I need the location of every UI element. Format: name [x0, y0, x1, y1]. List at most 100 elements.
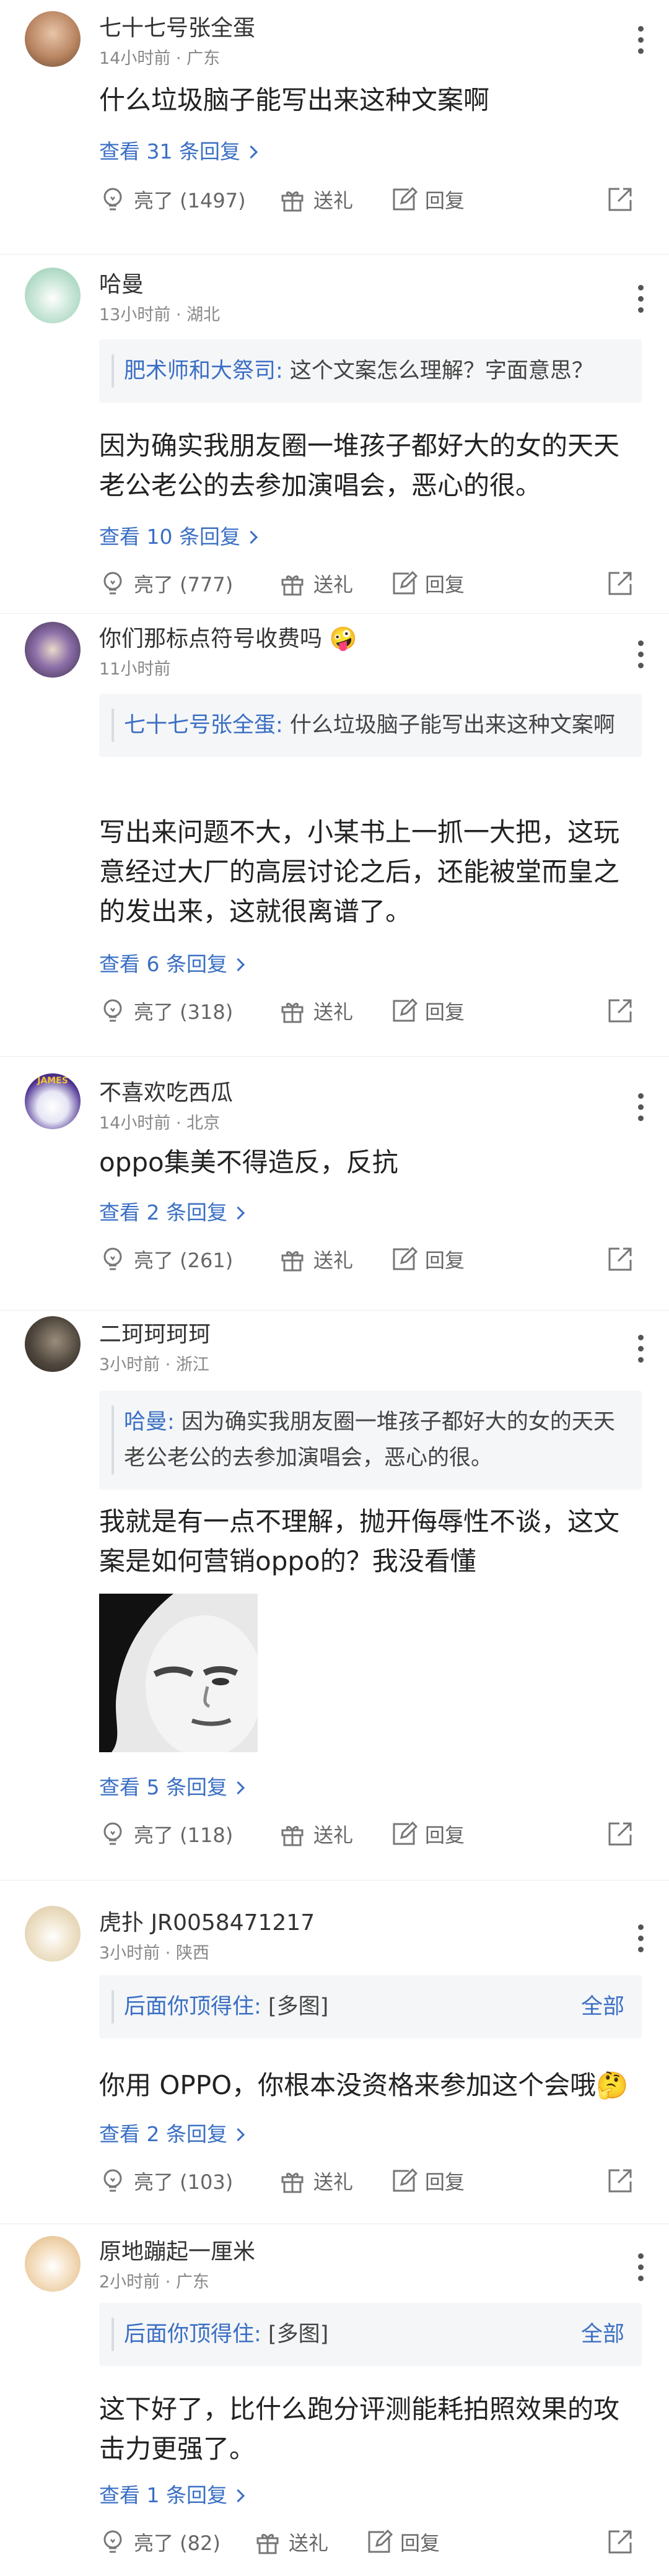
avatar[interactable] — [25, 268, 81, 323]
lightbulb-icon — [103, 1247, 122, 1270]
gift-button[interactable]: 送礼 — [279, 565, 353, 602]
share-icon — [608, 999, 632, 1023]
avatar[interactable] — [25, 2236, 81, 2292]
quoted-comment[interactable]: 七十七号张全蛋: 什么垃圾脑子能写出来这种文案啊 — [99, 694, 642, 757]
share-icon — [608, 2169, 632, 2193]
chevron-right-icon — [244, 145, 258, 159]
username[interactable]: 你们那标点符号收费吗 🤪 — [99, 621, 357, 653]
more-vertical-icon[interactable] — [637, 26, 644, 59]
share-button[interactable] — [606, 1815, 642, 1853]
more-vertical-icon[interactable] — [637, 1093, 644, 1127]
action-bar: 亮了 (777) 送礼 回复 — [99, 565, 642, 602]
username[interactable]: 虎扑 JR0058471217 — [99, 1905, 315, 1937]
view-all-link[interactable]: 全部 — [581, 2316, 624, 2352]
quoted-comment[interactable]: 哈曼: 因为确实我朋友圈一堆孩子都好大的女的天天老公老公的去参加演唱会，恶心的很… — [99, 1391, 642, 1490]
gift-button[interactable]: 送礼 — [279, 181, 353, 218]
share-button[interactable] — [606, 1241, 642, 1278]
comment-meta: 11小时前 — [99, 660, 171, 679]
view-replies-link[interactable]: 查看 2 条回复 — [99, 2118, 245, 2147]
like-button[interactable]: 亮了 (82) — [99, 2523, 221, 2561]
comment-meta: 3小时前 · 陕西 — [99, 1944, 209, 1963]
username[interactable]: 二珂珂珂珂 — [99, 1316, 211, 1348]
avatar[interactable] — [25, 1316, 81, 1372]
comment-text: 我就是有一点不理解，抛开侮辱性不谈，这文案是如何营销oppo的？我没看懂 — [99, 1506, 620, 1576]
more-vertical-icon[interactable] — [637, 1924, 644, 1958]
comment-text: 写出来问题不大，小某书上一抓一大把，这玩意经过大厂的高层讨论之后，还能被堂而皇之… — [99, 817, 620, 927]
quote-text: 什么垃圾脑子能写出来这种文案啊 — [282, 713, 615, 738]
like-button[interactable]: 亮了 (103) — [99, 2162, 233, 2199]
more-vertical-icon[interactable] — [637, 1335, 644, 1368]
reply-button[interactable]: 回复 — [390, 992, 465, 1029]
comment-text: 因为确实我朋友圈一堆孩子都好大的女的天天老公老公的去参加演唱会，恶心的很。 — [99, 430, 620, 500]
action-bar: 亮了 (261) 送礼 回复 — [99, 1241, 642, 1278]
share-icon — [608, 572, 632, 595]
avatar[interactable] — [25, 622, 81, 678]
gift-icon — [281, 191, 304, 212]
gift-button[interactable]: 送礼 — [279, 1815, 353, 1853]
reply-button[interactable]: 回复 — [390, 1815, 465, 1853]
lightbulb-icon — [103, 188, 122, 211]
gift-button[interactable]: 送礼 — [254, 2523, 328, 2561]
gift-button[interactable]: 送礼 — [279, 2162, 353, 2199]
like-button[interactable]: 亮了 (261) — [99, 1241, 233, 1278]
reply-button[interactable]: 回复 — [365, 2523, 440, 2561]
view-replies-link[interactable]: 查看 2 条回复 — [99, 1196, 245, 1226]
reply-button[interactable]: 回复 — [390, 1241, 465, 1278]
like-button[interactable]: 亮了 (118) — [99, 1815, 233, 1853]
username[interactable]: 七十七号张全蛋 — [99, 10, 255, 42]
view-replies-link[interactable]: 查看 31 条回复 — [99, 135, 258, 165]
username[interactable]: 不喜欢吃西瓜 — [99, 1075, 233, 1107]
quote-author[interactable]: 哈曼: — [124, 1410, 175, 1434]
view-replies-link[interactable]: 查看 5 条回复 — [99, 1771, 245, 1801]
reply-button[interactable]: 回复 — [390, 565, 465, 602]
lightbulb-icon — [103, 999, 122, 1022]
comment-text: oppo集美不得造反，反抗 — [99, 1147, 398, 1177]
reply-button[interactable]: 回复 — [390, 2162, 465, 2199]
share-button[interactable] — [606, 992, 642, 1029]
more-vertical-icon[interactable] — [637, 2253, 644, 2287]
quoted-comment[interactable]: 后面你顶得住: [多图] 全部 — [99, 2303, 642, 2366]
more-vertical-icon[interactable] — [637, 285, 644, 318]
lightbulb-icon — [103, 1822, 122, 1845]
lightbulb-icon — [103, 572, 122, 595]
view-all-link[interactable]: 全部 — [581, 1989, 624, 2025]
gift-icon — [281, 1003, 304, 1023]
quote-author[interactable]: 肥术师和大祭司: — [124, 359, 283, 383]
comment-meta: 13小时前 · 湖北 — [99, 305, 221, 325]
avatar[interactable] — [25, 11, 81, 67]
share-button[interactable] — [606, 2162, 642, 2199]
view-replies-link[interactable]: 查看 1 条回复 — [99, 2479, 245, 2508]
quoted-comment[interactable]: 肥术师和大祭司: 这个文案怎么理解？字面意思？ — [99, 339, 642, 403]
comment-item: JAMES 不喜欢吃西瓜 14小时前 · 北京 oppo集美不得造反，反抗 查看… — [0, 1056, 669, 1311]
sticker-image[interactable] — [99, 1594, 258, 1752]
reply-button[interactable]: 回复 — [390, 181, 465, 218]
avatar[interactable] — [25, 1906, 81, 1962]
share-button[interactable] — [606, 2523, 642, 2561]
quote-text: [多图] — [261, 1994, 329, 2019]
like-button[interactable]: 亮了 (318) — [99, 992, 233, 1029]
view-replies-link[interactable]: 查看 10 条回复 — [99, 520, 258, 550]
share-icon — [608, 2530, 632, 2554]
quoted-comment[interactable]: 后面你顶得住: [多图] 全部 — [99, 1975, 642, 2038]
like-button[interactable]: 亮了 (777) — [99, 565, 233, 602]
quote-author[interactable]: 后面你顶得住: — [124, 2322, 261, 2347]
quote-author[interactable]: 七十七号张全蛋: — [124, 713, 283, 738]
comment-meta: 14小时前 · 广东 — [99, 49, 221, 68]
like-button[interactable]: 亮了 (1497) — [99, 181, 246, 218]
quote-author[interactable]: 后面你顶得住: — [124, 1994, 261, 2019]
view-replies-link[interactable]: 查看 6 条回复 — [99, 948, 245, 977]
action-bar: 亮了 (1497) 送礼 回复 — [99, 181, 642, 218]
share-icon — [608, 1247, 632, 1271]
avatar[interactable]: JAMES — [25, 1073, 81, 1129]
username[interactable]: 哈曼 — [99, 266, 144, 299]
edit-icon — [393, 186, 418, 211]
username[interactable]: 原地蹦起一厘米 — [99, 2233, 255, 2266]
share-button[interactable] — [606, 181, 642, 218]
action-bar: 亮了 (103) 送礼 回复 — [99, 2162, 642, 2199]
gift-button[interactable]: 送礼 — [279, 992, 353, 1029]
share-button[interactable] — [606, 565, 642, 602]
comment-item: 你们那标点符号收费吗 🤪 11小时前 七十七号张全蛋: 什么垃圾脑子能写出来这种… — [0, 613, 669, 1057]
more-vertical-icon[interactable] — [637, 640, 644, 674]
action-bar: 亮了 (318) 送礼 回复 — [99, 992, 642, 1029]
gift-button[interactable]: 送礼 — [279, 1241, 353, 1278]
